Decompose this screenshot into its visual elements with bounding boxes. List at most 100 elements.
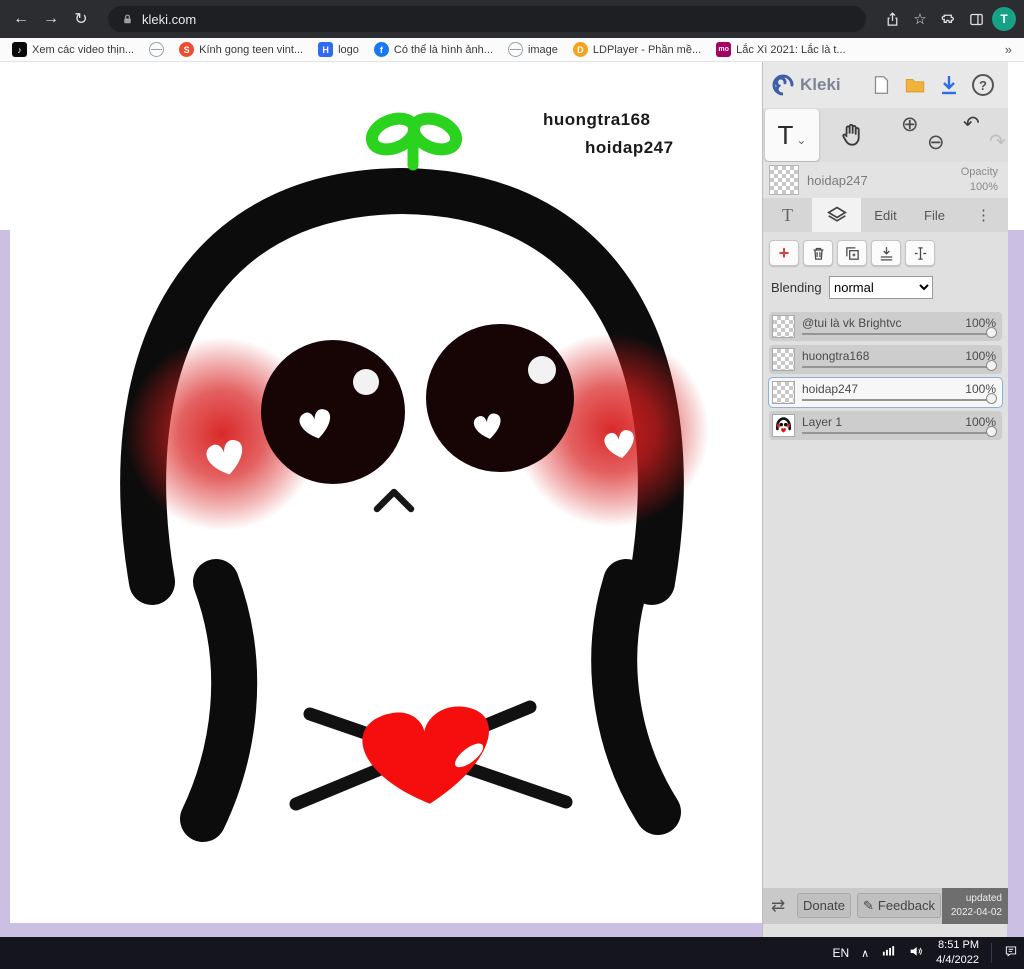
redo-button[interactable]: ↷ xyxy=(989,132,1006,152)
layer-row-hoidap247[interactable]: hoidap247 100% xyxy=(768,377,1003,408)
bookmark-star-icon[interactable]: ☆ xyxy=(908,7,932,31)
blending-label: Blending xyxy=(771,280,822,295)
red-heart xyxy=(362,706,489,804)
opacity-slider[interactable] xyxy=(802,333,992,335)
opacity-slider-knob[interactable] xyxy=(986,327,997,338)
help-button[interactable]: ? xyxy=(966,68,1000,102)
extensions-icon[interactable] xyxy=(936,7,960,31)
tool-row: T ⌄ ⊕ ⊖ ↶ ↷ xyxy=(763,108,1008,162)
zoom-out-button[interactable]: ⊖ xyxy=(927,132,945,153)
donate-button[interactable]: Donate xyxy=(797,893,851,918)
tab-file[interactable]: File xyxy=(910,198,959,232)
bookmark-shopee[interactable]: S Kính gong teen vint... xyxy=(179,42,303,57)
bookmark-momo[interactable]: mo Lắc Xì 2021: Lắc là t... xyxy=(716,42,846,57)
tab-more[interactable]: ⋮ xyxy=(959,198,1008,232)
add-layer-button[interactable]: + xyxy=(769,240,799,266)
volume-icon[interactable] xyxy=(908,944,924,963)
url-text: kleki.com xyxy=(142,11,197,27)
tab-text[interactable]: T xyxy=(763,198,812,232)
action-center-icon[interactable] xyxy=(1004,944,1018,963)
undo-button[interactable]: ↶ xyxy=(963,114,980,134)
duplicate-layer-button[interactable] xyxy=(837,240,867,266)
globe-icon xyxy=(149,42,165,57)
rename-layer-button[interactable] xyxy=(905,240,935,266)
network-icon[interactable] xyxy=(881,944,896,962)
kleki-brand: Kleki xyxy=(771,73,841,97)
window-edge xyxy=(0,62,10,230)
opacity-slider[interactable] xyxy=(802,366,992,368)
opacity-slider-knob[interactable] xyxy=(986,393,997,404)
left-arm xyxy=(180,559,258,842)
opacity-slider-knob[interactable] xyxy=(986,426,997,437)
desktop: ← → ↻ kleki.com ☆ T ♪ Xem các video thịn… xyxy=(0,0,1024,969)
layers-panel: + Blending normal @tui là vk Brightvc 10… xyxy=(763,232,1008,888)
taskbar-divider xyxy=(991,943,992,963)
clock[interactable]: 8:51 PM 4/4/2022 xyxy=(936,938,979,968)
bookmark-facebook[interactable]: f Có thể là hình ảnh... xyxy=(373,42,493,57)
duplicate-icon xyxy=(845,246,859,260)
shopee-icon: S xyxy=(179,42,195,57)
opacity-slider-knob[interactable] xyxy=(986,360,997,371)
globe-icon xyxy=(507,42,523,57)
layer-row-layer1[interactable]: Layer 1 100% xyxy=(769,411,1002,440)
opacity-slider[interactable] xyxy=(802,399,992,401)
opacity-slider[interactable] xyxy=(802,432,992,434)
left-eye-highlight xyxy=(353,369,379,395)
kleki-sidebar: Kleki ? T ⌄ ⊕ ⊖ ↶ ↷ hoidap247 Opacity 10… xyxy=(762,62,1008,937)
tab-edit[interactable]: Edit xyxy=(861,198,910,232)
bookmarks-bar: ♪ Xem các video thịn... S Kính gong teen… xyxy=(0,38,1024,62)
bookmark-ldplayer[interactable]: D LDPlayer - Phần mề... xyxy=(572,42,701,57)
delete-layer-button[interactable] xyxy=(803,240,833,266)
bookmark-tiktok[interactable]: ♪ Xem các video thịn... xyxy=(12,42,134,57)
layer-row-brightvc[interactable]: @tui là vk Brightvc 100% xyxy=(769,312,1002,341)
bookmark-globe[interactable] xyxy=(149,42,165,57)
mouth xyxy=(373,488,415,513)
new-image-button[interactable] xyxy=(864,68,898,102)
open-file-button[interactable] xyxy=(898,68,932,102)
browser-toolbar: ← → ↻ kleki.com ☆ T xyxy=(0,0,1024,38)
bookmarks-overflow-chevron[interactable]: » xyxy=(1005,42,1012,57)
drawing-canvas[interactable]: huongtra168 hoidap247 xyxy=(10,62,762,923)
sidebar-footer: ⇄ Donate ✎ Feedback updated 2022-04-02 xyxy=(763,888,1008,924)
tiktok-icon: ♪ xyxy=(12,42,27,57)
right-eye-highlight xyxy=(528,356,556,384)
split-window-icon[interactable] xyxy=(964,7,988,31)
layer-row-huongtra168[interactable]: huongtra168 100% xyxy=(769,345,1002,374)
current-layer-opacity: Opacity 100% xyxy=(960,166,998,193)
back-button[interactable]: ← xyxy=(8,10,34,28)
layer-thumbnail xyxy=(772,315,795,338)
layer-thumbnail xyxy=(772,381,795,404)
merge-down-icon xyxy=(880,246,892,261)
tray-expand-icon[interactable]: ∧ xyxy=(861,947,869,960)
address-bar[interactable]: kleki.com xyxy=(108,6,866,32)
window-edge xyxy=(1007,62,1024,230)
taskbar: EN ∧ 8:51 PM 4/4/2022 xyxy=(0,937,1024,969)
profile-avatar[interactable]: T xyxy=(992,7,1016,31)
feedback-button[interactable]: ✎ Feedback xyxy=(857,893,941,918)
forward-button[interactable]: → xyxy=(38,10,64,28)
layer-thumbnail xyxy=(772,414,795,437)
panda-drawing xyxy=(120,112,709,842)
current-layer-thumbnail xyxy=(769,165,799,195)
brand-name: Kleki xyxy=(800,75,841,94)
tab-layers[interactable] xyxy=(812,198,861,232)
pencil-icon: ✎ xyxy=(863,897,874,913)
bookmark-image[interactable]: image xyxy=(507,42,558,57)
reload-button[interactable]: ↻ xyxy=(68,9,94,29)
zoom-in-button[interactable]: ⊕ xyxy=(901,114,919,135)
hand-tool-button[interactable] xyxy=(839,122,865,152)
current-layer-bar[interactable]: hoidap247 Opacity 100% xyxy=(763,162,1008,198)
rename-icon xyxy=(914,246,926,260)
bookmark-logo[interactable]: H logo xyxy=(318,42,359,57)
updated-badge: updated 2022-04-02 xyxy=(942,888,1008,924)
lock-icon xyxy=(120,12,134,26)
trash-icon xyxy=(813,247,823,260)
swap-icon[interactable]: ⇄ xyxy=(771,896,785,916)
merge-layer-button[interactable] xyxy=(871,240,901,266)
download-button[interactable] xyxy=(932,68,966,102)
language-indicator[interactable]: EN xyxy=(832,946,849,960)
blending-select[interactable]: normal xyxy=(829,276,933,299)
sidebar-header: Kleki ? xyxy=(763,62,1008,108)
text-tool-button[interactable]: T ⌄ xyxy=(765,109,819,161)
share-icon[interactable] xyxy=(880,7,904,31)
